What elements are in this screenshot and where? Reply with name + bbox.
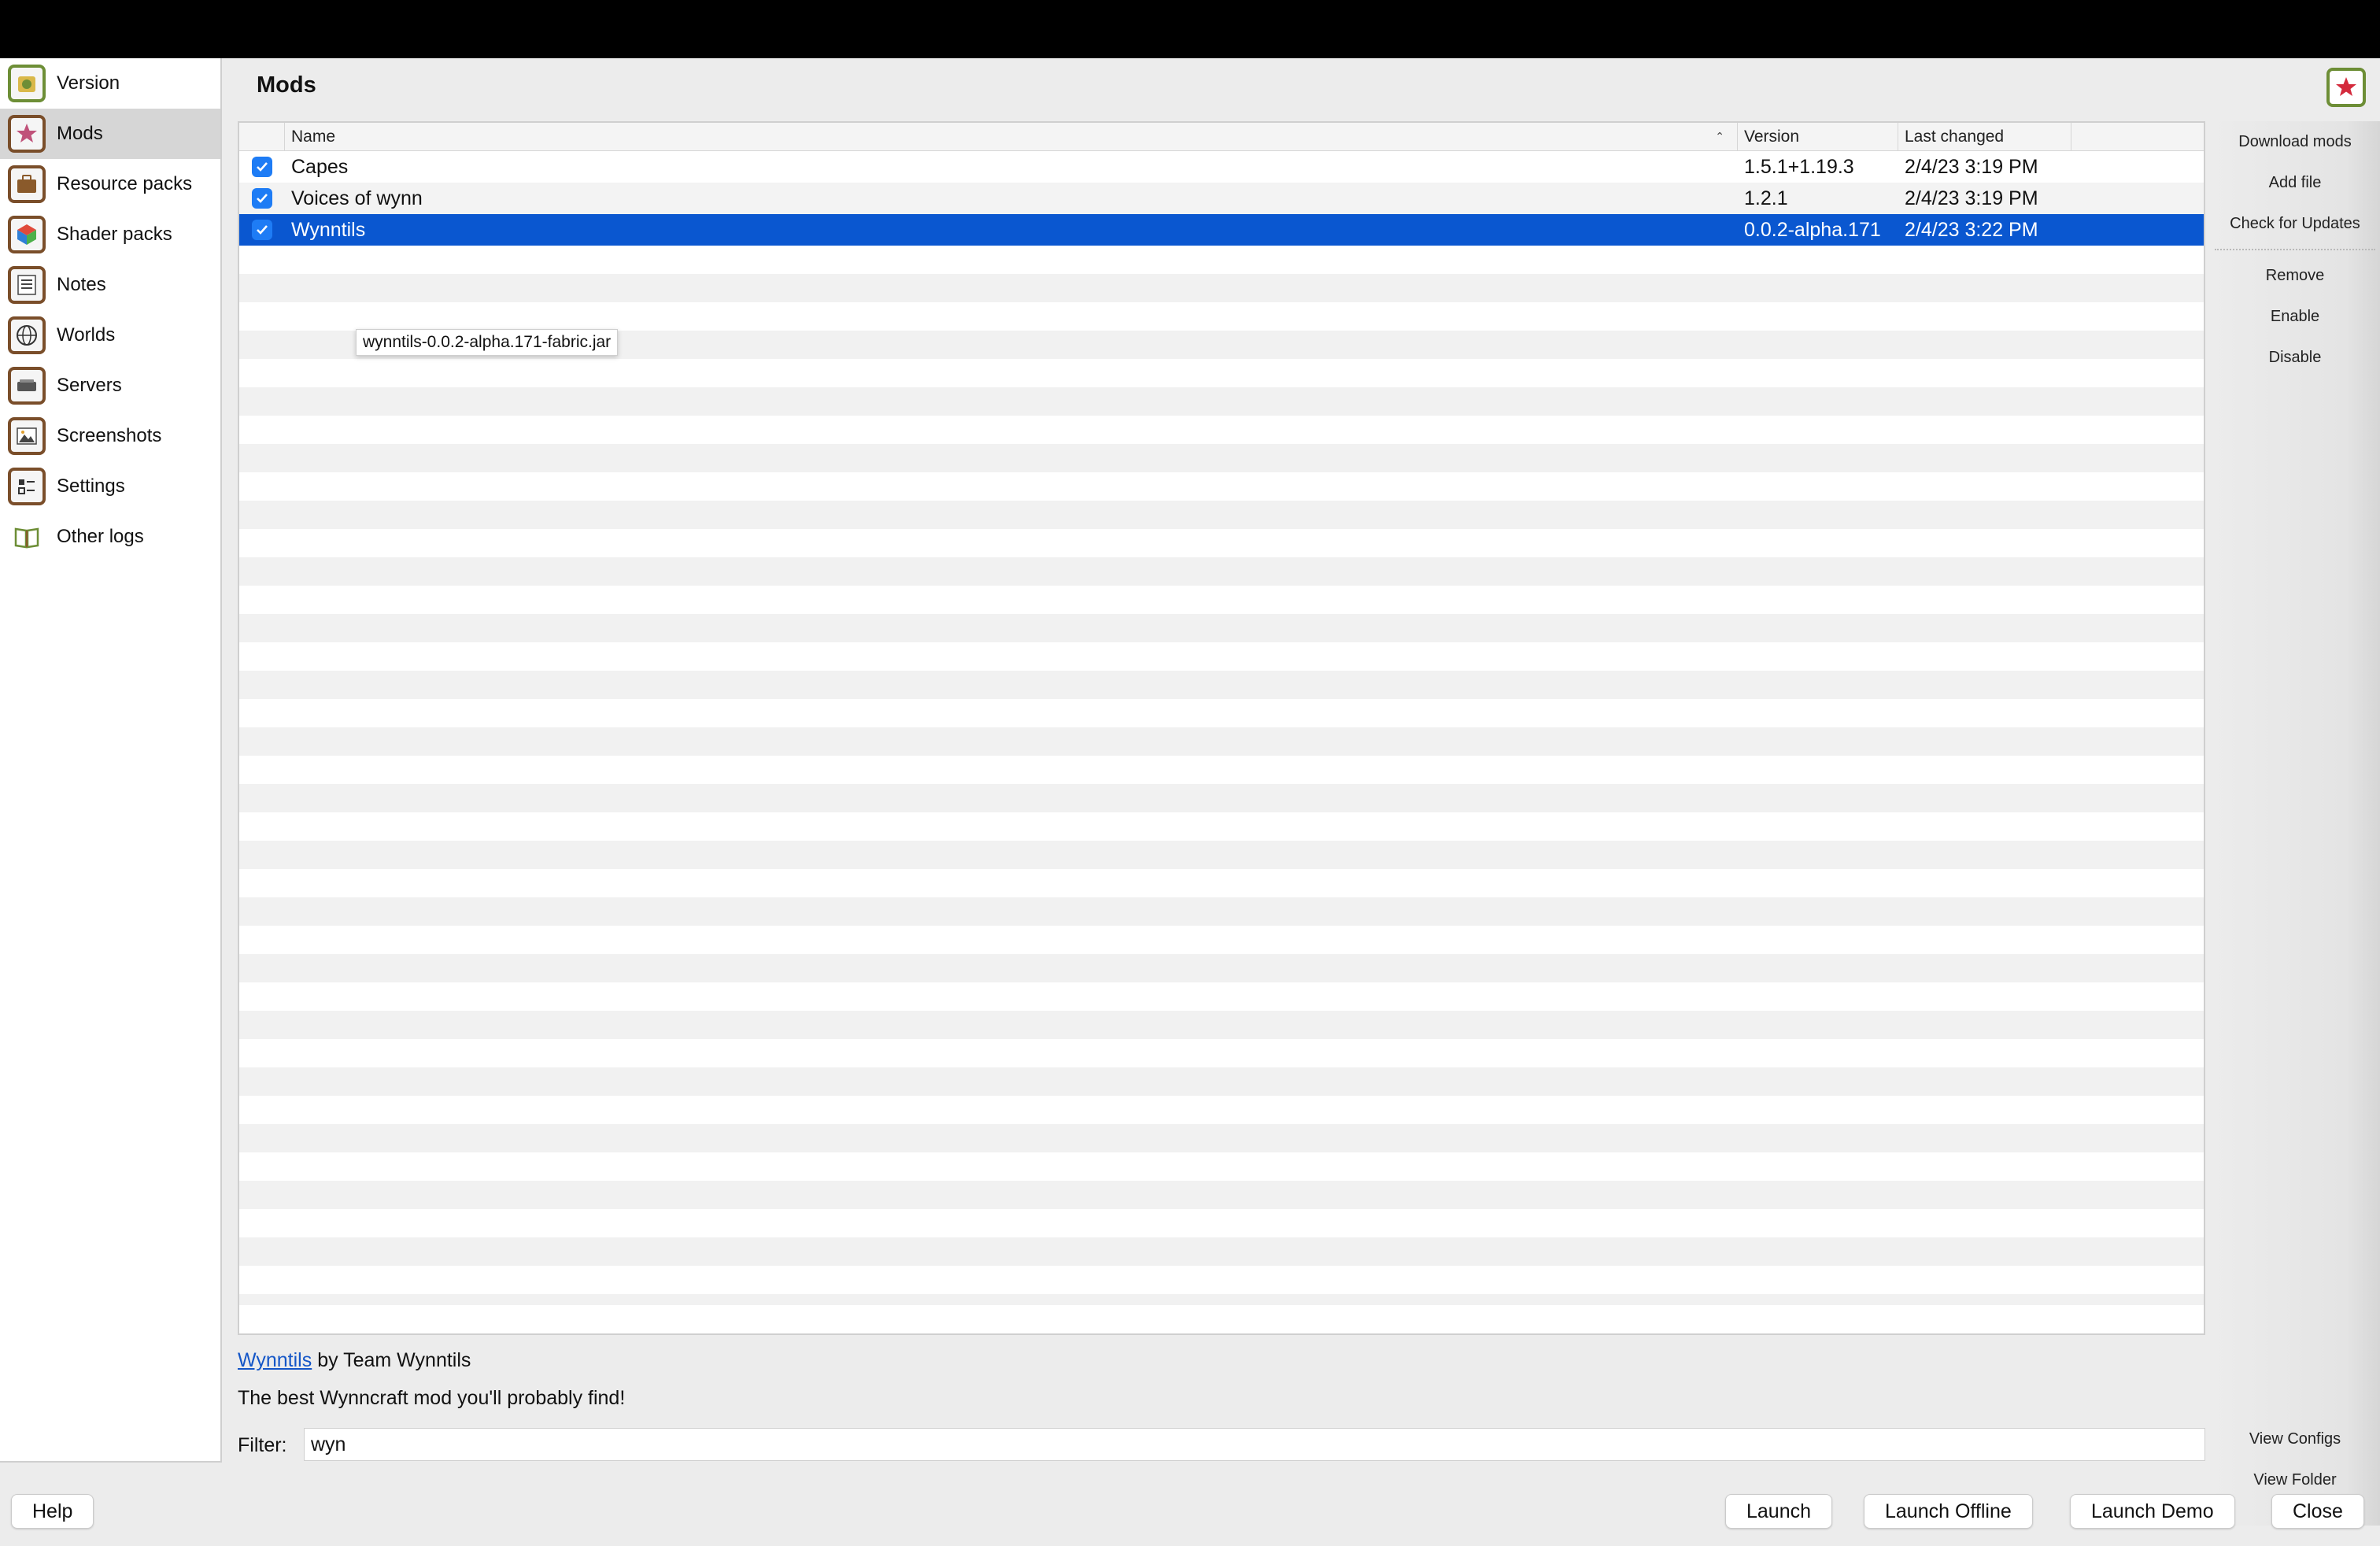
mods-star-icon [2326,68,2366,107]
add-file-button[interactable]: Add file [2210,162,2380,203]
table-body: Capes 1.5.1+1.19.3 2/4/23 3:19 PM Voices… [239,151,2204,1305]
sidebar-item-label: Shader packs [57,224,172,245]
mod-homepage-link[interactable]: Wynntils [238,1349,312,1371]
mod-version: 0.0.2-alpha.171 [1744,218,1881,241]
remove-button[interactable]: Remove [2210,255,2380,296]
table-header: Name ⌃ Version Last changed [239,123,2204,151]
sidebar-item-settings[interactable]: Settings [0,461,220,512]
other-logs-icon [8,518,46,556]
mod-author: by Team Wynntils [312,1349,471,1371]
version-icon [8,65,46,102]
empty-table-rows [239,246,2204,1305]
sidebar-item-worlds[interactable]: Worlds [0,310,220,361]
check-for-updates-button[interactable]: Check for Updates [2210,203,2380,244]
filter-label: Filter: [238,1434,287,1456]
enable-button[interactable]: Enable [2210,296,2380,337]
help-button[interactable]: Help [11,1494,94,1529]
column-header-label: Name [291,127,336,146]
sidebar-item-mods[interactable]: Mods [0,109,220,159]
worlds-icon [8,316,46,354]
sidebar-item-label: Other logs [57,526,144,547]
sidebar-item-resource-packs[interactable]: Resource packs [0,159,220,209]
mod-name: Voices of wynn [291,187,423,209]
table-row[interactable]: Capes 1.5.1+1.19.3 2/4/23 3:19 PM [239,151,2204,183]
column-header-label: Version [1744,127,1800,146]
servers-icon [8,367,46,405]
screenshots-icon [8,417,46,455]
column-header-name[interactable]: Name ⌃ [285,123,1738,150]
enabled-checkbox[interactable] [252,188,272,209]
filter-input[interactable] [304,1428,2205,1461]
sidebar-item-label: Settings [57,475,125,497]
sidebar-item-other-logs[interactable]: Other logs [0,512,220,562]
column-header-version[interactable]: Version [1738,123,1898,150]
disable-button[interactable]: Disable [2210,337,2380,378]
mods-table[interactable]: Name ⌃ Version Last changed Capes 1.5.1+… [238,121,2205,1335]
enabled-checkbox[interactable] [252,220,272,240]
sidebar-item-version[interactable]: Version [0,58,220,109]
mods-star-icon [8,115,46,153]
sidebar: Version Mods Resource packs Shader packs… [0,58,222,1463]
separator [2215,249,2375,250]
column-header-enabled[interactable] [239,123,285,150]
mod-version: 1.5.1+1.19.3 [1744,155,1854,178]
table-row-selected[interactable]: Wynntils 0.0.2-alpha.171 2/4/23 3:22 PM [239,214,2204,246]
notes-icon [8,266,46,304]
mod-description: The best Wynncraft mod you'll probably f… [238,1387,626,1409]
sidebar-item-label: Resource packs [57,173,193,194]
mod-name: Capes [291,155,349,178]
sidebar-item-screenshots[interactable]: Screenshots [0,411,220,461]
main-panel: Mods Name ⌃ Version Last changed Capes 1… [224,58,2380,1526]
page-title: Mods [257,72,316,98]
resource-packs-icon [8,165,46,203]
sidebar-item-label: Screenshots [57,425,162,446]
table-row[interactable]: Voices of wynn 1.2.1 2/4/23 3:19 PM [239,183,2204,214]
window-top-bar [0,0,2380,58]
enabled-checkbox[interactable] [252,157,272,177]
sidebar-item-label: Mods [57,123,103,144]
launch-demo-button[interactable]: Launch Demo [2070,1494,2235,1529]
sidebar-item-label: Notes [57,274,106,295]
sidebar-item-label: Servers [57,375,122,396]
view-configs-button[interactable]: View Configs [2210,1418,2380,1459]
actions-panel: Download mods Add file Check for Updates… [2210,121,2380,1526]
mod-last-changed: 2/4/23 3:19 PM [1905,155,2038,178]
launch-button[interactable]: Launch [1725,1494,1833,1529]
sidebar-item-notes[interactable]: Notes [0,260,220,310]
mod-version: 1.2.1 [1744,187,1788,209]
shader-packs-icon [8,216,46,253]
mod-name: Wynntils [291,218,366,241]
sort-ascending-icon: ⌃ [1715,130,1724,142]
sidebar-item-shader-packs[interactable]: Shader packs [0,209,220,260]
sidebar-item-label: Version [57,72,120,94]
column-header-label: Last changed [1905,127,2005,146]
filename-tooltip: wynntils-0.0.2-alpha.171-fabric.jar [356,329,619,356]
close-button[interactable]: Close [2271,1494,2364,1529]
mod-last-changed: 2/4/23 3:22 PM [1905,218,2038,241]
column-header-last-changed[interactable]: Last changed [1898,123,2071,150]
sidebar-item-servers[interactable]: Servers [0,361,220,411]
launch-offline-button[interactable]: Launch Offline [1864,1494,2033,1529]
download-mods-button[interactable]: Download mods [2210,121,2380,162]
mod-details-header: Wynntils by Team Wynntils [238,1349,471,1372]
settings-icon [8,468,46,505]
sidebar-item-label: Worlds [57,324,116,346]
mod-last-changed: 2/4/23 3:19 PM [1905,187,2038,209]
